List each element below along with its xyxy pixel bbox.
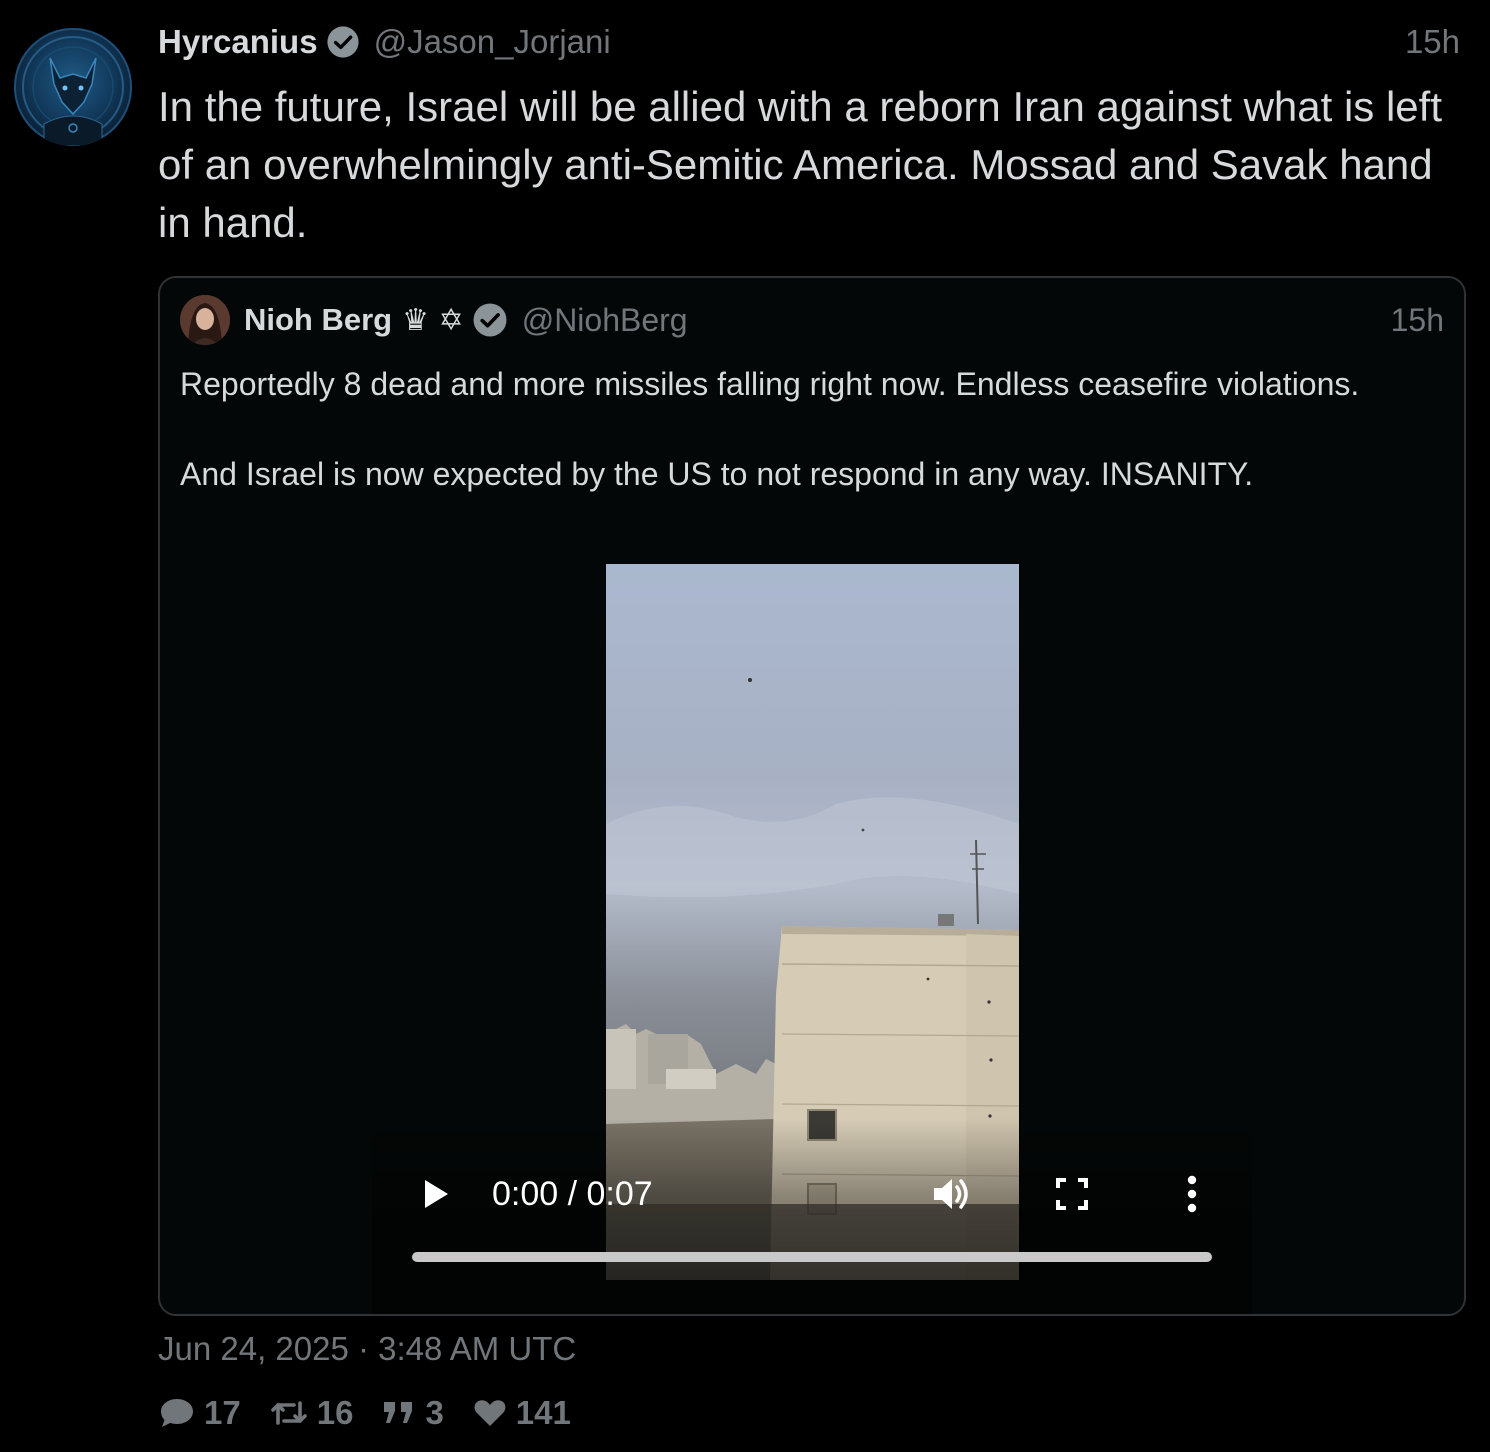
- wolf-avatar-icon: [22, 36, 124, 146]
- retweet-icon: [270, 1401, 307, 1425]
- tweet-header: Hyrcanius @Jason_Jorjani 15h: [158, 22, 1460, 62]
- quoted-paragraph: And Israel is now expected by the US to …: [180, 456, 1254, 492]
- quoted-paragraph: Reportedly 8 dead and more missiles fall…: [180, 366, 1360, 402]
- author-name[interactable]: Hyrcanius: [158, 23, 318, 61]
- quoted-author-emoji: ♛ ✡: [402, 302, 464, 338]
- play-icon: [425, 1180, 448, 1208]
- volume-icon: [934, 1179, 968, 1209]
- like-stat[interactable]: 141: [472, 1394, 571, 1432]
- retweet-count: 16: [316, 1394, 354, 1431]
- tweet-stats: 17 16 3 141: [158, 1390, 599, 1436]
- video-controls-overlay: [372, 1118, 1252, 1314]
- volume-button[interactable]: [930, 1172, 974, 1216]
- quoted-author-avatar[interactable]: [180, 295, 230, 345]
- quote-count: 3: [425, 1394, 444, 1431]
- fullscreen-button[interactable]: [1052, 1174, 1092, 1214]
- play-button[interactable]: [414, 1172, 458, 1216]
- retweet-stat[interactable]: 16: [269, 1394, 354, 1432]
- heart-icon: [474, 1400, 506, 1426]
- verified-badge-icon: [326, 25, 360, 59]
- author-handle[interactable]: @Jason_Jorjani: [374, 23, 611, 61]
- quoted-tweet-time[interactable]: 15h: [1391, 302, 1444, 339]
- reply-count: 17: [204, 1394, 241, 1431]
- quoted-tweet-text: Reportedly 8 dead and more missiles fall…: [180, 362, 1440, 497]
- quoted-author-handle[interactable]: @NiohBerg: [522, 302, 688, 339]
- portrait-avatar-icon: [180, 295, 230, 345]
- video-progress-bar[interactable]: [412, 1252, 1212, 1262]
- reply-stat[interactable]: 17: [158, 1394, 241, 1432]
- tweet-time[interactable]: 15h: [1405, 23, 1460, 61]
- like-count: 141: [515, 1394, 571, 1431]
- tweet-date[interactable]: Jun 24, 2025 · 3:48 AM UTC: [158, 1330, 576, 1368]
- quote-icon: [384, 1402, 413, 1423]
- comment-icon: [161, 1399, 193, 1427]
- quoted-tweet[interactable]: Nioh Berg ♛ ✡ @NiohBerg 15h Reportedly 8…: [158, 276, 1466, 1316]
- quote-stat[interactable]: 3: [381, 1394, 444, 1432]
- quoted-author-name[interactable]: Nioh Berg: [244, 302, 392, 338]
- tweet-text: In the future, Israel will be allied wit…: [158, 83, 1442, 246]
- tweet: Hyrcanius @Jason_Jorjani 15h In the futu…: [0, 0, 1490, 1452]
- video-more-button[interactable]: [1172, 1172, 1212, 1216]
- video-time-display: 0:00 / 0:07: [492, 1175, 653, 1213]
- fullscreen-icon: [1056, 1178, 1088, 1210]
- verified-badge-icon: [472, 302, 508, 338]
- more-vertical-icon: [1187, 1175, 1197, 1213]
- author-avatar[interactable]: [14, 28, 132, 146]
- quoted-tweet-header: Nioh Berg ♛ ✡ @NiohBerg 15h: [180, 294, 1444, 346]
